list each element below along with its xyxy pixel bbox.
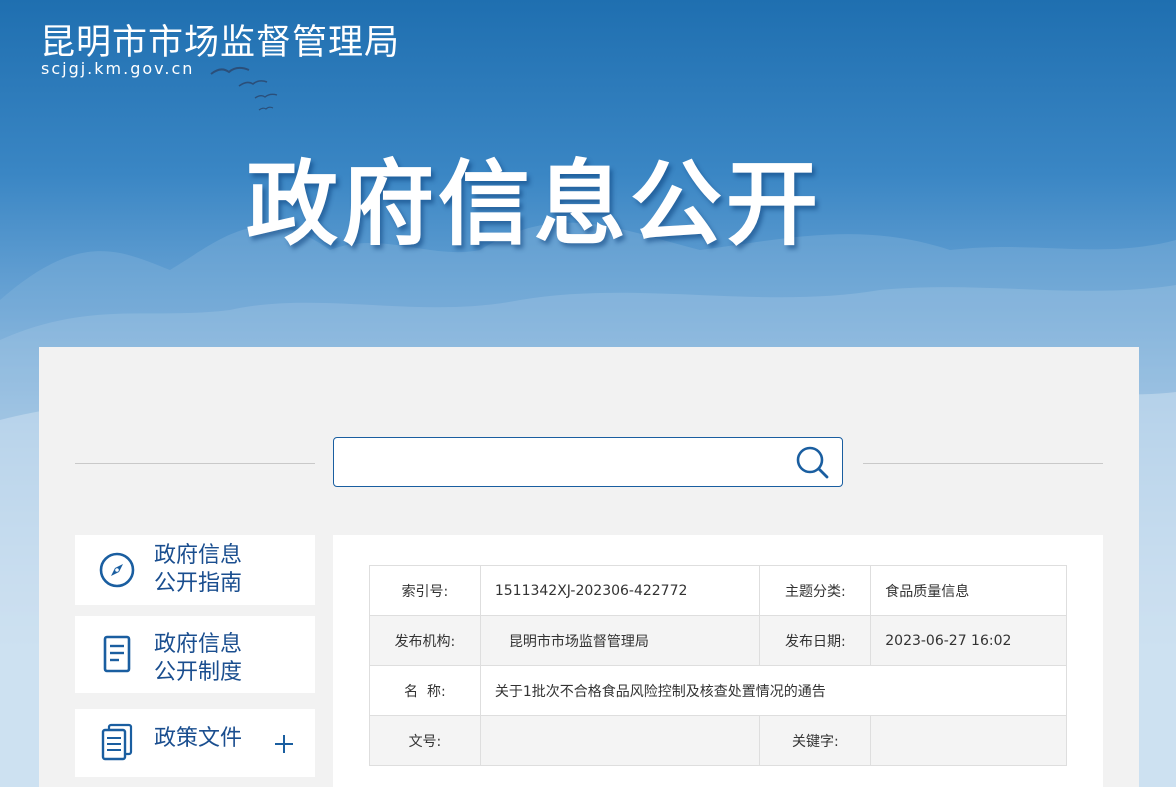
sidebar-item-policy-files[interactable]: 政策文件 xyxy=(75,709,315,777)
files-icon xyxy=(101,723,133,761)
document-meta-table: 索引号: 1511342XJ-202306-422772 主题分类: 食品质量信… xyxy=(369,565,1068,766)
table-row: 文号: 关键字: xyxy=(369,715,1067,766)
sidebar-item-label-line: 政府信息 xyxy=(154,543,243,568)
index-no-label: 索引号: xyxy=(369,565,481,616)
keywords-label: 关键字: xyxy=(759,715,872,766)
sidebar-item-label-line: 公开指南 xyxy=(154,571,243,596)
sidebar-item-label-line: 政府信息 xyxy=(154,632,243,657)
document-icon xyxy=(103,635,131,673)
content-area: 索引号: 1511342XJ-202306-422772 主题分类: 食品质量信… xyxy=(333,535,1103,787)
plus-icon[interactable] xyxy=(273,733,295,755)
sidebar-item-label: 政策文件 xyxy=(154,726,243,751)
site-domain: scjgj.km.gov.cn xyxy=(41,59,195,78)
divider-right xyxy=(863,463,1103,464)
category-value: 食品质量信息 xyxy=(870,565,1067,616)
date-value: 2023-06-27 16:02 xyxy=(870,615,1067,666)
doc-no-label: 文号: xyxy=(369,715,481,766)
keywords-value xyxy=(870,715,1067,766)
table-row: 索引号: 1511342XJ-202306-422772 主题分类: 食品质量信… xyxy=(369,565,1067,616)
sidebar-item-system[interactable]: 政府信息 公开制度 xyxy=(75,616,315,693)
doc-no-value xyxy=(479,715,761,766)
title-label: 名 称: xyxy=(369,665,481,716)
date-label: 发布日期: xyxy=(759,615,872,666)
sidebar-item-label-line: 公开制度 xyxy=(154,660,243,685)
publisher-value: 昆明市市场监督管理局 xyxy=(479,615,761,666)
hero-title: 政府信息公开 xyxy=(246,151,823,258)
publisher-label: 发布机构: xyxy=(369,615,481,666)
table-row: 发布机构: 昆明市市场监督管理局 发布日期: 2023-06-27 16:02 xyxy=(369,615,1067,666)
index-no-value: 1511342XJ-202306-422772 xyxy=(479,565,761,616)
sidebar-item-guide[interactable]: 政府信息 公开指南 xyxy=(75,535,315,605)
sidebar-item-label: 政府信息 公开指南 xyxy=(154,542,242,598)
site-name: 昆明市市场监督管理局 xyxy=(40,23,401,63)
category-label: 主题分类: xyxy=(759,565,872,616)
search-icon[interactable] xyxy=(794,444,830,480)
search-box xyxy=(333,437,843,487)
table-row: 名 称: 关于1批次不合格食品风险控制及核查处置情况的通告 xyxy=(369,665,1068,716)
divider-left xyxy=(75,463,315,464)
birds-icon xyxy=(210,66,278,111)
search-input[interactable] xyxy=(348,438,792,486)
compass-icon xyxy=(99,552,135,588)
title-value: 关于1批次不合格食品风险控制及核查处置情况的通告 xyxy=(479,665,1068,716)
sidebar-item-label: 政府信息 公开制度 xyxy=(154,631,242,687)
